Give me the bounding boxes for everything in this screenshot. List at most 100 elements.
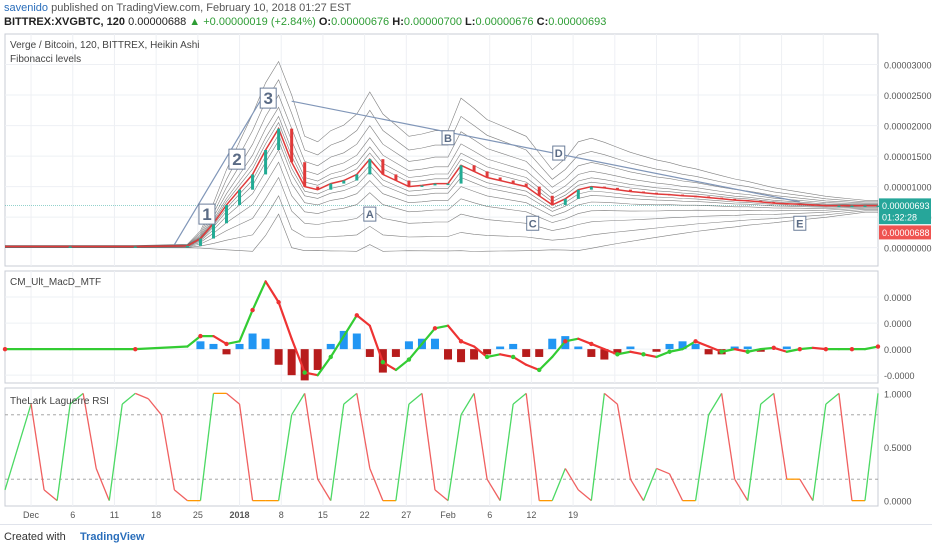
wave-label: 2 [232,150,241,169]
heikin-ashi-candle [746,200,750,202]
heikin-ashi-candle [798,203,802,206]
heikin-ashi-candle [381,159,385,175]
heikin-ashi-candle [446,183,450,186]
macd-cross-dot [589,341,594,347]
price-panel-frame [4,33,879,267]
open-value: 0.00000676 [331,16,390,28]
heikin-ashi-candle [68,246,72,248]
heikin-ashi-candle [433,183,437,186]
heikin-ashi-candle [759,200,763,203]
macd-histogram-bar [509,343,518,350]
heikin-ashi-candle [615,187,619,190]
time-tick-label: 19 [568,510,578,520]
heikin-ashi-candle [472,165,476,172]
time-tick-label: Dec [23,510,40,520]
heikin-ashi-candle [537,186,541,196]
rsi-tick-label: 0.0000 [884,497,912,507]
macd-cross-dot [771,345,776,351]
time-tick-label: 15 [318,510,328,520]
macd-histogram-bar [313,349,322,370]
macd-cross-dot [537,367,542,373]
heikin-ashi-candle [707,196,711,198]
time-tick-label: 12 [526,510,536,520]
macd-tick-label: -0.0000 [884,371,915,381]
heikin-ashi-candle [316,186,320,190]
heikin-ashi-candle [277,128,281,150]
macd-histogram-bar [626,346,635,350]
time-tick-label: 11 [110,510,119,520]
macd-histogram-bar [782,346,791,350]
macd-cross-dot [328,354,333,360]
publish-text: published on TradingView.com, February 1… [51,2,352,14]
time-tick-label: 25 [193,510,203,520]
price-tick-label: 0.00001500 [884,152,932,162]
macd-histogram-bar [665,343,674,350]
wave-label: A [366,209,374,221]
rsi-tick-label: 0.5000 [884,443,912,453]
heikin-ashi-candle [641,191,645,194]
macd-histogram-bar [248,333,257,350]
macd-cross-dot [667,349,672,354]
price-tick-label: 0.00000000 [884,244,932,254]
heikin-ashi-candle [550,195,554,205]
heikin-ashi-candle [329,183,333,190]
macd-cross-dot [484,354,490,360]
macd-cross-dot [745,349,750,354]
heikin-ashi-candle [355,174,359,181]
heikin-ashi-candle [225,204,229,224]
macd-cross-dot [510,354,516,360]
macd-histogram-bar [691,343,700,350]
low-value: 0.00000676 [475,16,534,28]
macd-histogram-bar [743,346,752,350]
time-tick-label: 22 [360,510,370,520]
heikin-ashi-candle [654,192,658,195]
macd-histogram-bar [587,349,596,357]
price-tag-label: 0.00000693 [882,201,930,211]
heikin-ashi-candle [668,193,672,196]
heikin-ashi-candle [694,195,698,198]
heikin-ashi-candle [303,162,307,187]
price-tag-label: 0.00000688 [882,228,930,238]
heikin-ashi-candle [850,205,854,208]
macd-cross-dot [250,307,255,313]
macd-cross-dot [797,346,803,352]
macd-cross-dot [719,349,724,354]
macd-histogram-bar [404,341,413,350]
chart-header: savenido published on TradingView.com, F… [0,0,932,30]
tradingview-logo[interactable]: TradingView [80,531,145,543]
macd-cross-dot [276,300,281,305]
heikin-ashi-candle [811,204,815,206]
macd-cross-dot [133,346,138,352]
macd-cross-dot [458,339,464,344]
heikin-ashi-candle [720,197,724,200]
heikin-ashi-candle [133,246,137,248]
time-tick-label: 2018 [230,510,250,520]
wave-label: E [796,218,803,230]
macd-cross-dot [615,352,620,357]
heikin-ashi-candle [342,180,346,184]
macd-cross-dot [198,333,203,339]
macd-histogram-bar [391,349,400,357]
price-tick-label: 0.00001000 [884,183,932,193]
heikin-ashi-candle [198,238,202,246]
heikin-ashi-candle [459,165,463,184]
price-tag-label: 01:32:28 [882,213,917,223]
heikin-ashi-candle [394,174,398,181]
chart-canvas[interactable]: 0.00003000 0.00002500 0.00002000 0.00001500… [0,30,932,524]
time-tick-label: 8 [279,510,284,520]
macd-histogram-bar [235,343,244,350]
ohlc-line: BITTREX:XVGBTC, 120 0.00000688 ▲ +0.0000… [4,16,606,28]
macd-cross-dot [2,346,8,352]
time-tick-label: 18 [151,510,161,520]
heikin-ashi-candle [238,189,242,205]
heikin-ashi-candle [290,128,294,163]
macd-histogram-bar [287,349,296,376]
time-tick-label: 27 [401,510,411,520]
heikin-ashi-candle [485,171,489,178]
macd-panel-title: CM_Ult_MacD_MTF [10,277,101,288]
heikin-ashi-candle [185,245,189,248]
author-link[interactable]: savenido [4,2,48,14]
rsi-panel-title: TheLark Laguerre RSI [10,396,109,407]
heikin-ashi-candle [628,189,632,192]
heikin-ashi-candle [524,183,528,187]
